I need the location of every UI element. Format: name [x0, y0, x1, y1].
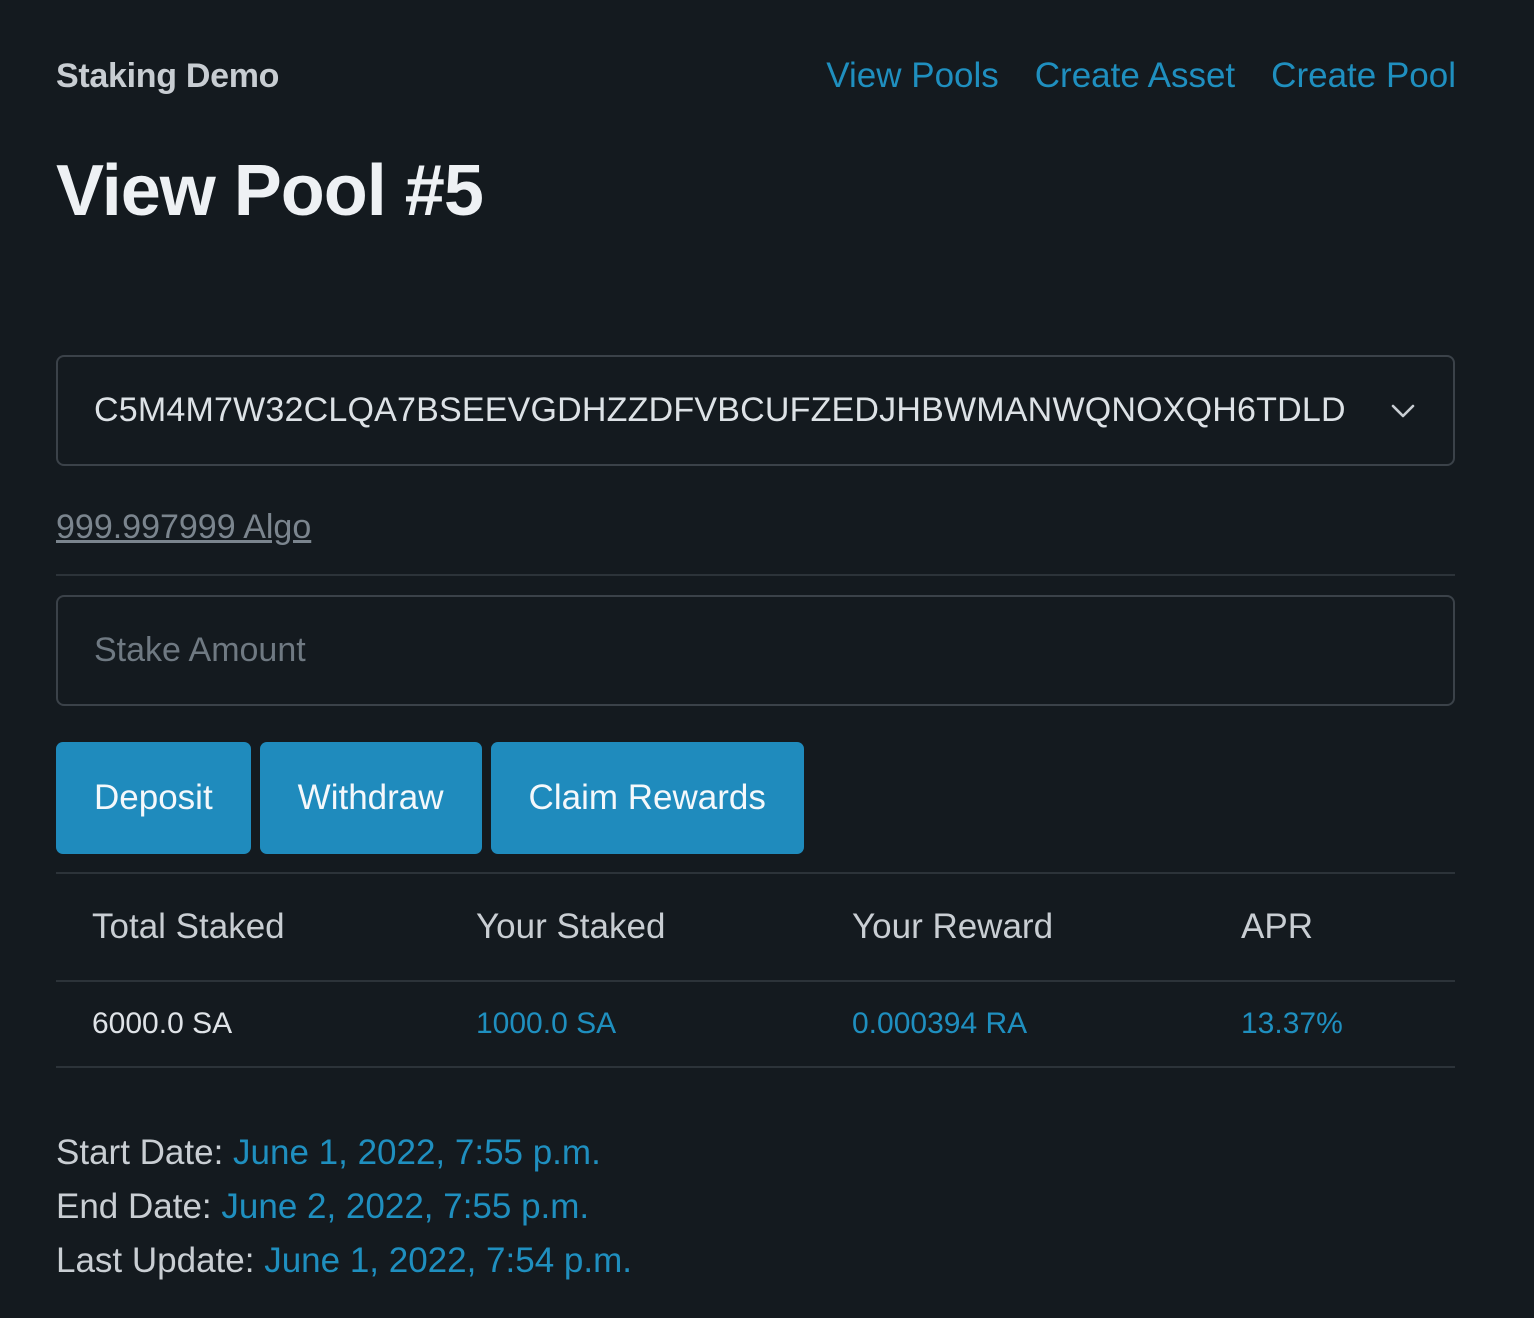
value-your-reward: 0.000394 RA [852, 1007, 1028, 1040]
start-date-line: Start Date: June 1, 2022, 7:55 p.m. [56, 1126, 632, 1180]
pool-dates: Start Date: June 1, 2022, 7:55 p.m. End … [56, 1126, 632, 1288]
nav-links: View Pools Create Asset Create Pool [826, 56, 1456, 96]
account-select[interactable]: C5M4M7W32CLQA7BSEEVGDHZZDFVBCUFZEDJHBWMA… [56, 355, 1455, 466]
nav-link-create-pool[interactable]: Create Pool [1271, 56, 1456, 96]
header-total-staked: Total Staked [92, 907, 285, 946]
stats-header-row: Total Staked Your Staked Your Reward APR [56, 874, 1455, 982]
chevron-down-icon [1383, 404, 1423, 418]
last-update-label: Last Update: [56, 1241, 255, 1280]
navbar: Staking Demo View Pools Create Asset Cre… [56, 50, 1456, 102]
page: Staking Demo View Pools Create Asset Cre… [0, 0, 1534, 1318]
last-update-line: Last Update: June 1, 2022, 7:54 p.m. [56, 1234, 632, 1288]
claim-rewards-button[interactable]: Claim Rewards [490, 742, 804, 854]
header-apr: APR [1241, 907, 1313, 946]
stats-value-row: 6000.0 SA 1000.0 SA 0.000394 RA 13.37% [56, 982, 1455, 1068]
withdraw-button[interactable]: Withdraw [259, 742, 482, 854]
end-date-value: June 2, 2022, 7:55 p.m. [221, 1187, 590, 1226]
end-date-line: End Date: June 2, 2022, 7:55 p.m. [56, 1180, 632, 1234]
header-your-reward: Your Reward [852, 907, 1054, 946]
last-update-value: June 1, 2022, 7:54 p.m. [264, 1241, 632, 1280]
value-your-staked: 1000.0 SA [476, 1007, 617, 1040]
divider [56, 574, 1455, 576]
nav-link-create-asset[interactable]: Create Asset [1035, 56, 1235, 96]
deposit-button[interactable]: Deposit [56, 742, 251, 854]
page-title: View Pool #5 [56, 151, 484, 231]
action-buttons: Deposit Withdraw Claim Rewards [56, 742, 804, 854]
end-date-label: End Date: [56, 1187, 212, 1226]
start-date-value: June 1, 2022, 7:55 p.m. [233, 1133, 601, 1172]
balance-link[interactable]: 999.997999 Algo [56, 508, 311, 547]
nav-link-view-pools[interactable]: View Pools [826, 56, 999, 96]
account-select-value: C5M4M7W32CLQA7BSEEVGDHZZDFVBCUFZEDJHBWMA… [94, 391, 1346, 429]
value-total-staked: 6000.0 SA [92, 1007, 233, 1040]
header-your-staked: Your Staked [476, 907, 666, 946]
brand-title[interactable]: Staking Demo [56, 57, 279, 96]
start-date-label: Start Date: [56, 1133, 224, 1172]
stats-table: Total Staked Your Staked Your Reward APR… [56, 874, 1455, 1068]
value-apr: 13.37% [1241, 1007, 1343, 1040]
stake-amount-input[interactable] [56, 595, 1455, 706]
